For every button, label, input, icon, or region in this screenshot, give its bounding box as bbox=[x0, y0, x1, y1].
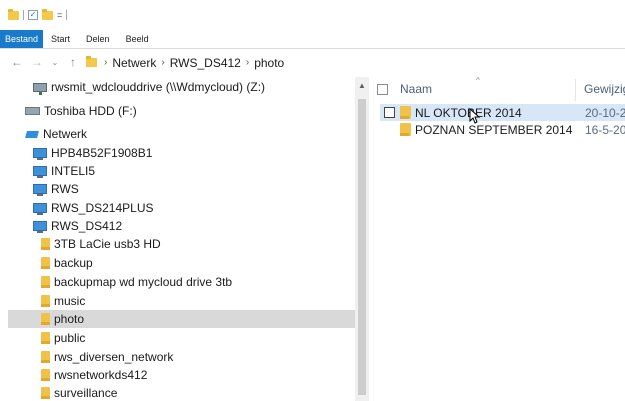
toolbar-separator bbox=[66, 10, 68, 20]
tab-start[interactable]: Start bbox=[43, 30, 78, 48]
nav-item-surveillance[interactable]: surveillance bbox=[41, 384, 117, 401]
folder-icon bbox=[400, 106, 411, 119]
quick-access-toolbar: ✓ = bbox=[0, 0, 625, 30]
folder-icon bbox=[41, 387, 50, 399]
column-header-name[interactable]: Naam bbox=[400, 82, 432, 96]
nav-item-label: Toshiba HDD (F:) bbox=[44, 104, 137, 118]
folder-icon[interactable] bbox=[8, 8, 19, 20]
drive-icon bbox=[25, 107, 40, 115]
file-name: POZNAN SEPTEMBER 2014 bbox=[415, 123, 573, 137]
folder-icon bbox=[41, 351, 50, 363]
nav-item-label: RWS bbox=[51, 182, 79, 196]
back-arrow-icon[interactable]: ← bbox=[10, 55, 24, 69]
nav-item-label: INTELI5 bbox=[51, 164, 96, 178]
select-all-checkbox[interactable] bbox=[377, 84, 388, 95]
nav-item-label: rwsnetworkds412 bbox=[54, 368, 148, 382]
recent-locations-chevron-icon[interactable]: ⌄ bbox=[48, 58, 62, 67]
nav-item-label: public bbox=[54, 331, 86, 345]
nav-item-photo[interactable]: photo bbox=[8, 310, 355, 328]
scroll-up-arrow-icon[interactable]: ▲ bbox=[358, 81, 366, 90]
breadcrumb-separator-icon[interactable]: › bbox=[104, 57, 107, 68]
computer-icon bbox=[33, 203, 47, 215]
location-folder-icon bbox=[86, 56, 97, 67]
nav-item-toshiba-hdd[interactable]: Toshiba HDD (F:) bbox=[25, 102, 137, 120]
navigation-scrollbar[interactable]: ▲ bbox=[355, 77, 369, 401]
tab-delen[interactable]: Delen bbox=[78, 30, 118, 48]
folder-icon bbox=[41, 276, 50, 288]
nav-item-rwsnetworkds412[interactable]: rwsnetworkds412 bbox=[41, 366, 147, 384]
nav-item-backup[interactable]: backup bbox=[41, 254, 93, 272]
column-header-row: Naam ^ Gewijzig bbox=[372, 76, 625, 101]
row-checkbox[interactable] bbox=[384, 107, 395, 118]
folder-icon bbox=[41, 332, 50, 344]
nav-item-label: RWS_DS214PLUS bbox=[51, 201, 154, 215]
navigation-pane: rwsmit_wdclouddrive (\\Wdmycloud) (Z:) T… bbox=[0, 77, 355, 401]
nav-item-backupmap[interactable]: backupmap wd mycloud drive 3tb bbox=[41, 273, 232, 291]
computer-icon bbox=[33, 221, 47, 233]
tab-beeld[interactable]: Beeld bbox=[118, 30, 157, 48]
tab-bestand[interactable]: Bestand bbox=[0, 30, 44, 48]
computer-icon bbox=[33, 148, 47, 160]
nav-item-label: HPB4B52F1908B1 bbox=[51, 146, 153, 160]
nav-item-rws-ds214plus[interactable]: RWS_DS214PLUS bbox=[33, 199, 154, 217]
breadcrumb-netwerk[interactable]: Netwerk bbox=[112, 56, 156, 70]
nav-item-label: rws_diversen_network bbox=[54, 350, 174, 364]
column-divider[interactable] bbox=[575, 79, 576, 101]
properties-icon[interactable]: ✓ bbox=[28, 10, 38, 20]
breadcrumb-rws-ds412[interactable]: RWS_DS412 bbox=[170, 56, 241, 70]
nav-item-wdclouddrive[interactable]: rwsmit_wdclouddrive (\\Wdmycloud) (Z:) bbox=[33, 78, 265, 96]
mouse-cursor-icon bbox=[469, 108, 481, 124]
address-bar[interactable]: › Netwerk › RWS_DS412 › photo bbox=[86, 53, 625, 72]
file-row[interactable]: NL OKTOBER 2014 20-10-2 bbox=[380, 104, 625, 121]
nav-item-rws[interactable]: RWS bbox=[33, 180, 79, 198]
forward-arrow-icon[interactable]: → bbox=[30, 55, 44, 69]
nav-item-label: backup bbox=[54, 256, 93, 270]
up-arrow-icon[interactable]: ↑ bbox=[66, 55, 80, 69]
computer-icon bbox=[33, 184, 47, 196]
nav-item-hpb4b52f1908b1[interactable]: HPB4B52F1908B1 bbox=[33, 144, 152, 162]
nav-item-music[interactable]: music bbox=[41, 292, 85, 310]
toolbar-separator bbox=[23, 10, 24, 20]
network-drive-icon bbox=[33, 82, 47, 95]
column-header-date-modified[interactable]: Gewijzig bbox=[584, 82, 625, 96]
nav-item-3tb-lacie[interactable]: 3TB LaCie usb3 HD bbox=[41, 235, 161, 253]
nav-item-netwerk[interactable]: Netwerk bbox=[25, 125, 87, 143]
breadcrumb-separator-icon[interactable]: › bbox=[246, 57, 249, 68]
nav-item-rws-diversen-network[interactable]: rws_diversen_network bbox=[41, 348, 173, 366]
folder-icon bbox=[400, 123, 411, 136]
network-icon bbox=[25, 129, 39, 140]
nav-item-public[interactable]: public bbox=[41, 329, 85, 347]
file-list-pane: Naam ^ Gewijzig NL OKTOBER 2014 20-10-2 … bbox=[372, 76, 625, 401]
computer-icon bbox=[33, 166, 47, 178]
nav-item-label: backupmap wd mycloud drive 3tb bbox=[54, 275, 233, 289]
ribbon-tabs: Bestand Start Delen Beeld bbox=[0, 30, 625, 49]
new-folder-icon[interactable] bbox=[42, 8, 53, 20]
sort-ascending-icon: ^ bbox=[476, 76, 480, 85]
folder-icon bbox=[41, 313, 50, 325]
nav-item-rws-ds412[interactable]: RWS_DS412 bbox=[33, 217, 122, 235]
file-date-modified: 20-10-2 bbox=[585, 106, 625, 120]
folder-icon bbox=[41, 257, 50, 269]
folder-icon bbox=[41, 295, 50, 307]
customize-toolbar-icon[interactable]: = bbox=[57, 10, 62, 20]
file-date-modified: 16-5-20 bbox=[585, 123, 625, 137]
address-row: ← → ⌄ ↑ › Netwerk › RWS_DS412 › photo bbox=[0, 50, 625, 74]
folder-icon bbox=[41, 369, 50, 381]
scrollbar-thumb[interactable] bbox=[358, 99, 366, 395]
nav-item-label: music bbox=[54, 294, 86, 308]
nav-item-label: 3TB LaCie usb3 HD bbox=[54, 237, 161, 251]
nav-item-label: photo bbox=[54, 312, 85, 326]
nav-item-label: RWS_DS412 bbox=[51, 219, 123, 233]
nav-item-inteli5[interactable]: INTELI5 bbox=[33, 162, 95, 180]
nav-item-label: surveillance bbox=[54, 386, 118, 400]
nav-item-label: Netwerk bbox=[43, 127, 88, 141]
folder-icon bbox=[41, 238, 50, 250]
file-row[interactable]: POZNAN SEPTEMBER 2014 16-5-20 bbox=[380, 121, 625, 138]
nav-item-label: rwsmit_wdclouddrive (\\Wdmycloud) (Z:) bbox=[51, 80, 266, 94]
breadcrumb-photo[interactable]: photo bbox=[254, 56, 284, 70]
breadcrumb-separator-icon[interactable]: › bbox=[161, 57, 164, 68]
